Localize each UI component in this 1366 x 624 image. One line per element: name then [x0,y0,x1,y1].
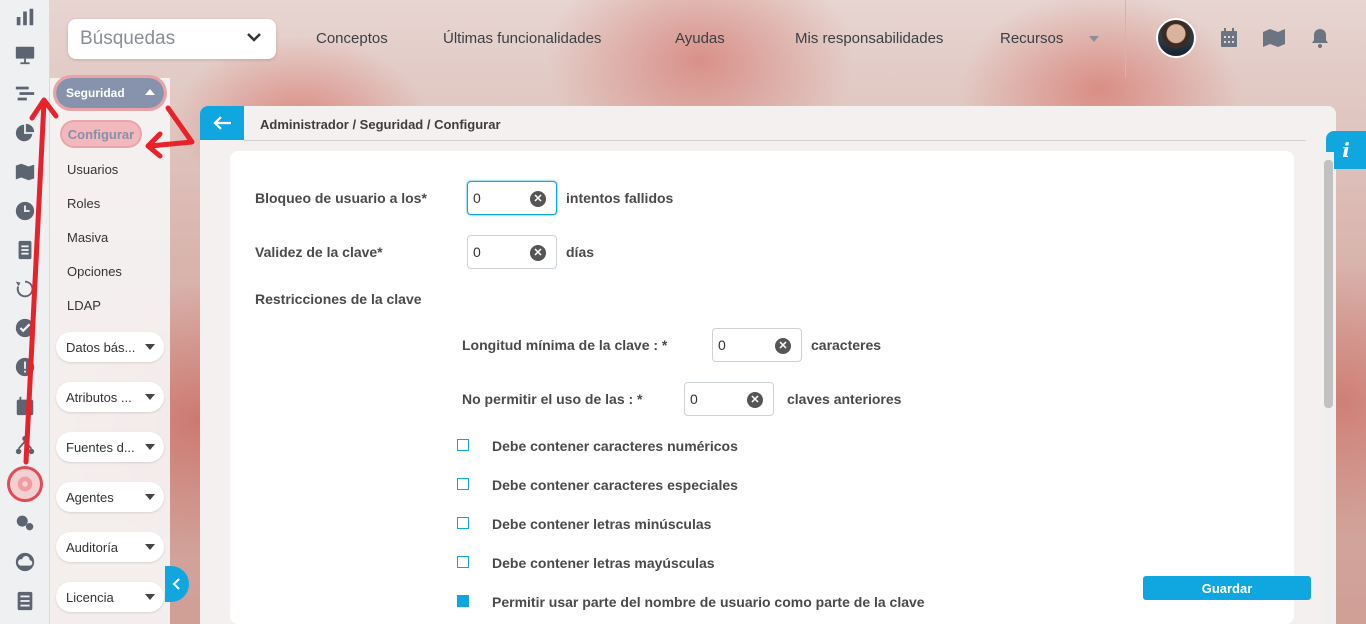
warning-icon[interactable] [10,352,40,382]
lockout-label: Bloqueo de usuario a los* [255,190,427,206]
nav-ultimas-funcionalidades[interactable]: Últimas funcionalidades [443,30,601,47]
menu-group-datos[interactable]: Datos bás... [56,332,164,362]
map-icon[interactable] [10,157,40,187]
uppercase-checkbox[interactable] [457,556,469,568]
clear-icon[interactable]: ✕ [775,338,791,354]
secondary-menu: Seguridad Configurar Usuarios Roles Masi… [50,75,170,624]
chevron-down-icon[interactable] [1089,36,1099,42]
bell-icon[interactable] [1311,28,1329,48]
hierarchy-icon[interactable] [10,79,40,109]
lockout-suffix: intentos fallidos [566,190,674,206]
validity-value: 0 [473,244,481,260]
menu-group-label: Fuentes d... [66,439,135,455]
menu-item-configurar[interactable]: Configurar [62,122,140,146]
chevron-left-icon [172,578,180,590]
menu-group-agentes[interactable]: Agentes [56,482,164,512]
restrictions-title: Restricciones de la clave [255,291,422,307]
validity-label: Validez de la clave* [255,244,383,260]
gear-icon[interactable] [7,466,43,502]
gears-icon[interactable] [10,508,40,538]
menu-group-label: Atributos ... [66,389,132,405]
presentation-icon[interactable] [10,40,40,70]
chevron-down-icon [145,444,155,450]
search-dropdown[interactable]: Búsquedas [68,19,276,59]
save-button[interactable]: Guardar [1143,576,1311,600]
pie-icon[interactable] [10,118,40,148]
chevron-down-icon [145,544,155,550]
chevron-up-icon [145,89,155,95]
clock-icon[interactable] [10,196,40,226]
lowercase-checkbox-label: Debe contener letras minúsculas [492,516,712,532]
history-value: 0 [690,391,698,407]
special-checkbox[interactable] [457,478,469,490]
menu-group-label: Licencia [66,589,114,605]
document-icon[interactable] [10,235,40,265]
special-checkbox-label: Debe contener caracteres especiales [492,477,738,493]
calendar-icon[interactable] [1220,28,1238,48]
icon-rail [0,0,50,624]
cycle-icon[interactable] [10,274,40,304]
menu-group-fuentes[interactable]: Fuentes d... [56,432,164,462]
avatar[interactable] [1156,18,1196,58]
chevron-down-icon [145,494,155,500]
lowercase-checkbox[interactable] [457,517,469,529]
top-divider [1125,0,1126,78]
username-checkbox[interactable] [457,595,469,607]
chevron-down-icon [145,594,155,600]
nav-mis-responsabilidades[interactable]: Mis responsabilidades [795,30,943,47]
history-label: No permitir el uso de las : * [462,391,643,407]
menu-item-masiva[interactable]: Masiva [67,230,108,245]
lockout-value: 0 [473,190,481,206]
chevron-down-icon [145,344,155,350]
min-length-input[interactable]: 0 ✕ [712,328,802,362]
scrollbar-thumb[interactable] [1324,160,1333,408]
back-button[interactable] [200,106,244,140]
nav-ayudas[interactable]: Ayudas [675,30,725,47]
menu-section-label: Seguridad [66,86,125,100]
history-suffix: claves anteriores [787,391,902,407]
uppercase-checkbox-label: Debe contener letras mayúsculas [492,555,715,571]
menu-group-licencia[interactable]: Licencia [56,582,164,612]
menu-group-label: Auditoría [66,539,119,555]
lockout-input[interactable]: 0 ✕ [467,181,557,215]
username-checkbox-label: Permitir usar parte del nombre de usuari… [492,594,925,610]
clear-icon[interactable]: ✕ [530,245,546,261]
search-placeholder: Búsquedas [80,28,176,49]
chart-icon[interactable] [10,2,40,32]
validity-input[interactable]: 0 ✕ [467,235,557,269]
nav-conceptos[interactable]: Conceptos [316,30,388,47]
menu-section-seguridad[interactable]: Seguridad [53,75,167,111]
menu-item-usuarios[interactable]: Usuarios [67,162,118,177]
menu-group-label: Datos bás... [66,339,136,355]
menu-item-ldap[interactable]: LDAP [67,298,101,313]
breadcrumb: Administrador / Seguridad / Configurar [260,117,501,132]
validity-suffix: días [566,244,595,260]
clear-icon[interactable]: ✕ [747,392,763,408]
check-circle-icon[interactable] [10,313,40,343]
chevron-down-icon [145,394,155,400]
min-length-suffix: caracteres [811,337,882,353]
numeric-checkbox-label: Debe contener caracteres numéricos [492,438,738,454]
numeric-checkbox[interactable] [457,439,469,451]
min-length-label: Longitud mínima de la clave : * [462,337,668,353]
menu-group-auditoria[interactable]: Auditoría [56,532,164,562]
cloud-icon[interactable] [10,547,40,577]
min-length-value: 0 [718,337,726,353]
chevron-down-icon [247,33,261,42]
menu-group-label: Agentes [66,489,114,505]
nav-recursos[interactable]: Recursos [1000,30,1063,47]
network-icon[interactable] [10,430,40,460]
clear-icon[interactable]: ✕ [530,191,546,207]
list-icon[interactable] [10,586,40,616]
calendar-icon[interactable] [10,391,40,421]
menu-group-atributos[interactable]: Atributos ... [56,382,164,412]
map-icon[interactable] [1262,28,1286,48]
arrow-left-icon [213,116,231,130]
history-input[interactable]: 0 ✕ [684,382,774,416]
divider [244,140,1306,141]
menu-item-opciones[interactable]: Opciones [67,264,122,279]
menu-item-roles[interactable]: Roles [67,196,100,211]
